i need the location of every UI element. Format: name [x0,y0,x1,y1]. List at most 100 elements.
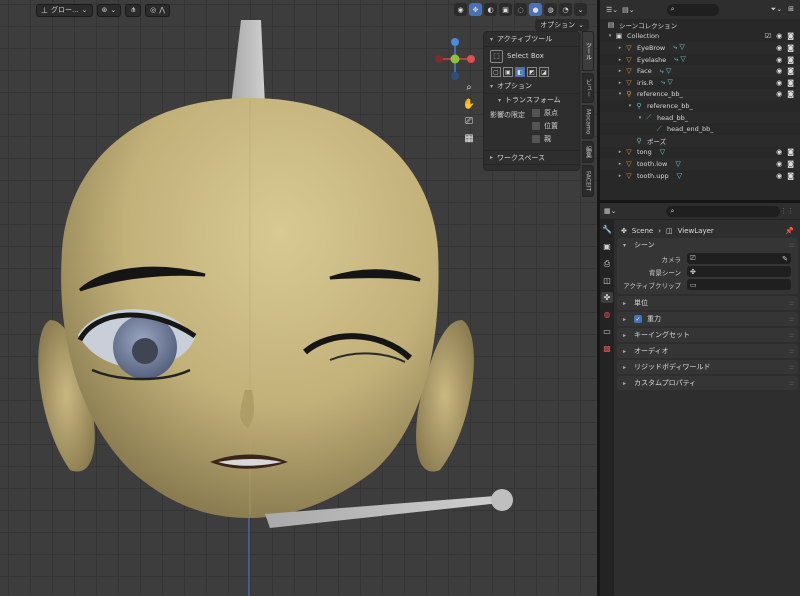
proportional-edit-toggle[interactable]: ◎ ⋀ [145,3,171,17]
exclude-checkbox-icon[interactable]: ☑ [765,32,771,40]
affect-parents-checkbox[interactable]: 親 [532,134,558,144]
affect-origins-checkbox[interactable]: 原点 [532,108,558,118]
tab-faceit[interactable]: FACEIT [582,165,594,197]
editor-type-icon[interactable]: ☰⌄ [606,6,618,14]
affect-locations-checkbox[interactable]: 位置 [532,121,558,131]
gizmo-toggle[interactable]: ✥ [469,3,482,16]
world-tab-icon[interactable]: ◍ [601,309,613,320]
outliner-row[interactable]: ▾ ▣ Collection ☑ ◉ ◙ [600,31,800,43]
eye-icon[interactable]: ◉ [776,172,782,180]
scene-tab-icon[interactable]: ✤ [601,292,613,303]
outliner-row[interactable]: ▸ ▽ Face ⤷ ▽ ◉ ◙ [600,65,800,77]
mode-intersect-icon[interactable]: ◪ [539,67,549,77]
outliner-row[interactable]: ▸ ▽ iris.R ⤷ ▽ ◉ ◙ [600,77,800,89]
tab-view[interactable]: ビュー [582,73,594,103]
view-layer-tab-icon[interactable]: ◫ [601,275,613,286]
camera-render-icon[interactable]: ◙ [787,90,794,98]
active-tool-panel-header[interactable]: ▾ アクティブツール [484,32,579,47]
camera-render-icon[interactable]: ◙ [787,79,794,87]
editor-type-icon[interactable]: ▦⌄ [604,207,616,215]
select-box-icon[interactable]: ⬚ [490,49,503,63]
texture-tab-icon[interactable]: ▩ [601,343,613,354]
xray-toggle[interactable]: ▣ [499,3,512,16]
eye-icon[interactable]: ◉ [776,148,782,156]
render-tab-icon[interactable]: ▣ [601,241,613,252]
chevron-right-icon[interactable]: ▸ [616,80,624,86]
shading-rendered-button[interactable]: ◔ [559,3,572,16]
filter-icon[interactable]: ⏷⌄ [771,5,782,14]
properties-search-input[interactable]: ⌕ [666,205,780,217]
eye-icon[interactable]: ◉ [776,90,782,98]
chevron-down-icon[interactable]: ▾ [616,91,624,97]
eye-icon[interactable]: ◉ [776,32,782,40]
zoom-icon[interactable]: ⌕ [462,80,476,94]
scene-panel-header[interactable]: ▾ シーン :::: [617,238,798,252]
mode-extend-icon[interactable]: ▣ [503,67,513,77]
tab-mocamo[interactable]: Mocamo [582,105,594,139]
eye-icon[interactable]: ◉ [776,160,782,168]
outliner-row[interactable]: ▸ ▽ tooth.low ▽ ◉ ◙ [600,158,800,170]
output-tab-icon[interactable]: ⎙ [601,258,613,269]
mode-set-icon[interactable]: ▢ [491,67,501,77]
chevron-right-icon[interactable]: ▸ [616,173,624,179]
outliner-row[interactable]: ⟋ head_end_bb_ [600,123,800,135]
options-panel-header[interactable]: ▾ オプション [484,79,579,94]
outliner-row[interactable]: ▸ ▽ Eyelashe ⤷ ▽ ◉ ◙ [600,54,800,66]
pivot-point-dropdown[interactable]: ⊛ ⌄ [96,3,122,17]
grid-ortho-icon[interactable]: ▦ [462,131,476,145]
chevron-right-icon[interactable]: ▸ [616,68,624,74]
chevron-down-icon[interactable]: ▾ [636,115,644,121]
shading-material-button[interactable]: ◍ [544,3,557,16]
shading-options-dropdown[interactable]: ⌄ [574,3,587,16]
camera-render-icon[interactable]: ◙ [787,67,794,75]
scene-collection-row[interactable]: ▤ シーンコレクション [600,19,800,31]
panel-header[interactable]: ▸ キーイングセット:::: [617,328,798,342]
eye-icon[interactable]: ◉ [776,79,782,87]
camera-render-icon[interactable]: ◙ [787,32,794,40]
outliner-search-input[interactable]: ⌕ [666,3,719,16]
background-scene-field[interactable]: ✤ [687,266,791,277]
chevron-right-icon[interactable]: ▸ [616,161,624,167]
shading-solid-button[interactable]: ● [529,3,542,16]
camera-render-icon[interactable]: ◙ [787,56,794,64]
workspace-panel-header[interactable]: ▸ ワークスペース [484,150,579,165]
camera-field[interactable]: ⎚ ✎ [687,253,791,264]
shading-wireframe-button[interactable]: ◌ [514,3,527,16]
eye-icon[interactable]: ◉ [776,67,782,75]
outliner-row[interactable]: ▾ ⟋ head_bb_ [600,111,800,124]
tool-tab-icon[interactable]: 🔧 [601,224,613,235]
outliner-row[interactable]: ⚲ ポーズ [600,134,800,147]
tab-edit[interactable]: 編集 [582,141,594,163]
pin-icon[interactable]: 📌 [785,227,794,235]
outliner-row[interactable]: ▾ ⚲ reference_bb_ [600,100,800,112]
snap-toggle[interactable]: ⋔ [125,3,142,17]
outliner-row[interactable]: ▾ ⚲ reference_bb_ ◉ ◙ [600,88,800,101]
hand-pan-icon[interactable]: ✋ [462,97,476,111]
eye-icon[interactable]: ◉ [776,56,782,64]
mode-subtract-icon[interactable]: ◧ [515,67,525,77]
camera-render-icon[interactable]: ◙ [787,148,794,156]
chevron-right-icon[interactable]: ▸ [616,45,624,51]
panel-header[interactable]: ▸ 単位:::: [617,296,798,310]
chevron-down-icon[interactable]: ▾ [626,103,634,109]
gravity-checkbox[interactable]: ✓ [634,315,642,323]
tab-tool[interactable]: ツール [582,31,594,71]
navigation-gizmo[interactable] [435,36,475,82]
eyedropper-icon[interactable]: ✎ [782,255,788,263]
chevron-right-icon[interactable]: ▸ [616,149,624,155]
panel-header[interactable]: ▸ カスタムプロパティ:::: [617,376,798,390]
viewport-options-dropdown[interactable]: オプション ⌄ [535,19,589,31]
transform-orientation-dropdown[interactable]: ⊥ グロー... ⌄ [36,3,93,17]
panel-header[interactable]: ▸ リジッドボディワールド:::: [617,360,798,374]
camera-view-icon[interactable]: ⎚ [462,114,476,128]
eye-icon[interactable]: ◉ [776,44,782,52]
active-clip-field[interactable]: ▭ [687,279,791,290]
new-collection-icon[interactable]: ⊞ [788,5,794,14]
outliner-row[interactable]: ▸ ▽ tooth.upp ▽ ◉ ◙ [600,170,800,182]
outliner-row[interactable]: ▸ ▽ EyeBrow ⤷ ▽ ◉ ◙ [600,42,800,54]
camera-render-icon[interactable]: ◙ [787,160,794,168]
transform-subpanel-header[interactable]: ▾ トランスフォーム [484,94,579,106]
mode-invert-icon[interactable]: ◩ [527,67,537,77]
chevron-down-icon[interactable]: ▾ [606,33,614,39]
object-visibility-button[interactable]: ◉ [454,3,467,16]
